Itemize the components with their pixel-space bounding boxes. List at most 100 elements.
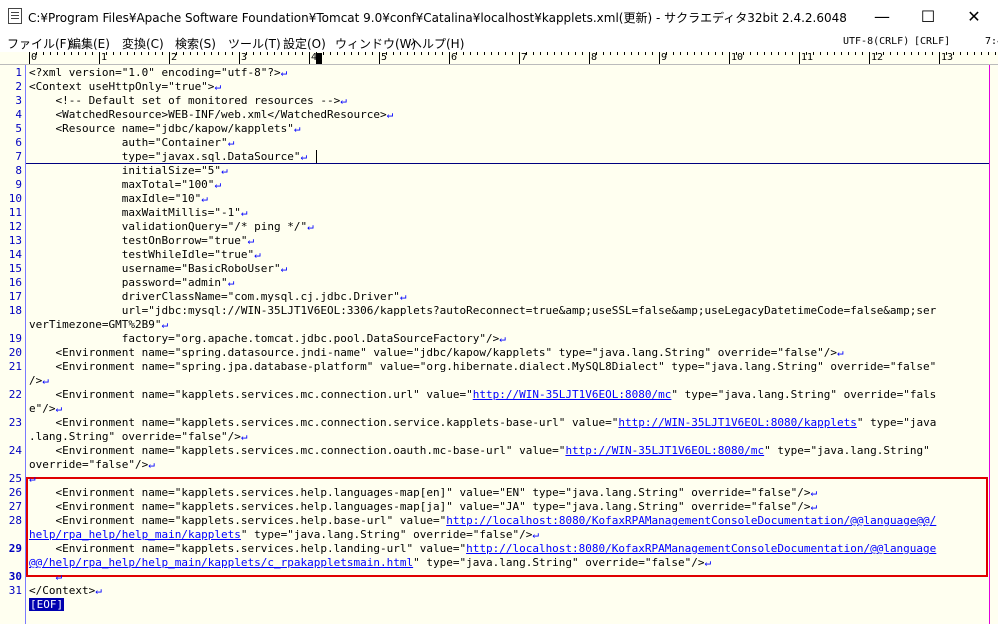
menu-item-3[interactable]: 検索(S) (175, 35, 216, 52)
line-text: <Environment name="spring.jpa.database-p… (29, 360, 937, 373)
ruler-tick (218, 52, 219, 55)
menu-item-7[interactable]: ヘルプ(H) (410, 35, 464, 52)
editor-line: 29 <Environment name="kapplets.services.… (0, 542, 998, 556)
ruler-tick (498, 52, 499, 55)
ruler-tick (309, 52, 310, 64)
ruler-tick (414, 52, 415, 55)
line-text: username="BasicRoboUser"↵ (29, 262, 288, 275)
editor-line: 7 type="javax.sql.DataSource"↵ (0, 150, 998, 164)
line-text: validationQuery="/* ping */"↵ (29, 220, 314, 233)
ruler-tick (204, 52, 205, 55)
editor-line: 4 <WatchedResource>WEB-INF/web.xml</Watc… (0, 108, 998, 122)
encoding-indicator[interactable]: UTF-8(CRLF) (843, 36, 909, 47)
line-return-mark: ↵ (704, 556, 712, 569)
editor-line: 11 maxWaitMillis="-1"↵ (0, 206, 998, 220)
line-text: [EOF] (29, 598, 65, 612)
ruler-tick (778, 52, 779, 55)
line-number: 11 (8, 206, 22, 219)
line-number: 28 (8, 514, 22, 527)
editor-line: .lang.String" override="false"/>↵ (0, 430, 998, 444)
ruler-tick (337, 52, 338, 55)
url-link[interactable]: http://localhost:8080/KofaxRPAManagement… (466, 542, 936, 555)
linebreak-indicator[interactable]: [CRLF] (914, 36, 950, 47)
line-number: 20 (8, 346, 22, 359)
text-editor[interactable]: 1 <?xml version="1.0" encoding="utf-8"?>↵… (0, 65, 998, 624)
maximize-icon: ☐ (920, 6, 936, 26)
line-text: </Context>↵ (29, 584, 102, 597)
ruler-tick (428, 52, 429, 55)
line-text: ↵ (29, 472, 36, 486)
ruler-tick (981, 52, 982, 55)
editor-line: 5 <Resource name="jdbc/kapow/kapplets"↵ (0, 122, 998, 136)
url-link[interactable]: http://WIN-35LJT1V6EOL:8080/mc (565, 444, 764, 457)
ruler-tick (827, 52, 828, 55)
ruler-tick (141, 52, 142, 55)
editor-line: 21 <Environment name="spring.jpa.databas… (0, 360, 998, 374)
ruler-tick (470, 52, 471, 55)
line-number: 18 (8, 304, 22, 317)
menu-item-2[interactable]: 変換(C) (122, 35, 164, 52)
line-number: 10 (8, 192, 22, 205)
line-text: auth="Container"↵ (29, 136, 235, 149)
line-text: maxTotal="100"↵ (29, 178, 222, 191)
line-text: testWhileIdle="true"↵ (29, 248, 261, 261)
editor-line: 17 driverClassName="com.mysql.cj.jdbc.Dr… (0, 290, 998, 304)
url-link[interactable]: help/rpa_help/help_main/kapplets (29, 528, 241, 541)
ruler-tick (680, 52, 681, 55)
line-return-mark: ↵ (836, 346, 844, 359)
ruler-tick (939, 52, 940, 64)
line-return-mark: ↵ (42, 374, 49, 387)
menu-item-4[interactable]: ツール(T) (228, 35, 281, 52)
url-link[interactable]: @@/help/rpa_help/help_main/kapplets/c_rp… (29, 556, 413, 569)
ruler-label: 1 (101, 52, 108, 63)
line-number: 6 (15, 136, 22, 149)
ruler-tick (673, 52, 674, 55)
editor-line: 14 testWhileIdle="true"↵ (0, 248, 998, 262)
url-link[interactable]: http://localhost:8080/KofaxRPAManagement… (446, 514, 936, 527)
ruler-tick (701, 52, 702, 55)
close-button[interactable]: ✕ (951, 0, 997, 32)
url-link[interactable]: http://WIN-35LJT1V6EOL:8080/kapplets (618, 416, 856, 429)
url-link[interactable]: http://WIN-35LJT1V6EOL:8080/mc (473, 388, 672, 401)
ruler-tick (904, 52, 905, 55)
maximize-button[interactable]: ☐ (905, 0, 951, 32)
editor-line: 31 </Context>↵ (0, 584, 998, 598)
ruler-tick (953, 52, 954, 55)
line-number: 14 (8, 248, 22, 261)
editor-line: 3 <!-- Default set of monitored resource… (0, 94, 998, 108)
menu-item-1[interactable]: 編集(E) (69, 35, 110, 52)
ruler-tick (694, 52, 695, 55)
menu-bar: UTF-8(CRLF) [CRLF] 7:4 ファイル(F)編集(E) 変換(C)… (0, 32, 998, 52)
ruler-label: 10 (731, 52, 744, 63)
menu-item-0[interactable]: ファイル(F) (7, 35, 71, 52)
line-text: <Environment name="kapplets.services.hel… (29, 514, 937, 527)
ruler-tick (281, 52, 282, 55)
menu-item-5[interactable]: 設定(O) (283, 35, 326, 52)
ruler-tick (631, 52, 632, 55)
editor-line: 9 maxTotal="100"↵ (0, 178, 998, 192)
sakura-editor-app-icon[interactable] (8, 8, 22, 24)
line-number: 25 (8, 472, 22, 485)
ruler-tick (561, 52, 562, 55)
ruler-tick (274, 52, 275, 55)
line-text: @@/help/rpa_help/help_main/kapplets/c_rp… (29, 556, 712, 569)
editor-line: help/rpa_help/help_main/kapplets" type="… (0, 528, 998, 542)
line-text: maxWaitMillis="-1"↵ (29, 206, 248, 219)
ruler-tick (267, 52, 268, 55)
ruler-label: 0 (31, 52, 38, 63)
ruler-tick (967, 52, 968, 55)
ruler-tick (407, 52, 408, 55)
line-return-mark: ↵ (810, 500, 818, 513)
ruler-tick (57, 52, 58, 55)
line-text: e"/>↵ (29, 402, 63, 415)
ruler-tick (463, 52, 464, 55)
ruler-tick (64, 52, 65, 55)
line-return-mark: ↵ (29, 472, 36, 485)
editor-line: 13 testOnBorrow="true"↵ (0, 234, 998, 248)
minimize-button[interactable]: — (859, 0, 905, 32)
line-text: initialSize="5"↵ (29, 164, 228, 177)
line-number: 8 (15, 164, 22, 177)
title-bar: C:¥Program Files¥Apache Software Foundat… (0, 0, 998, 32)
line-return-mark: ↵ (254, 248, 261, 261)
menu-item-6[interactable]: ウィンドウ(W) (335, 35, 416, 52)
